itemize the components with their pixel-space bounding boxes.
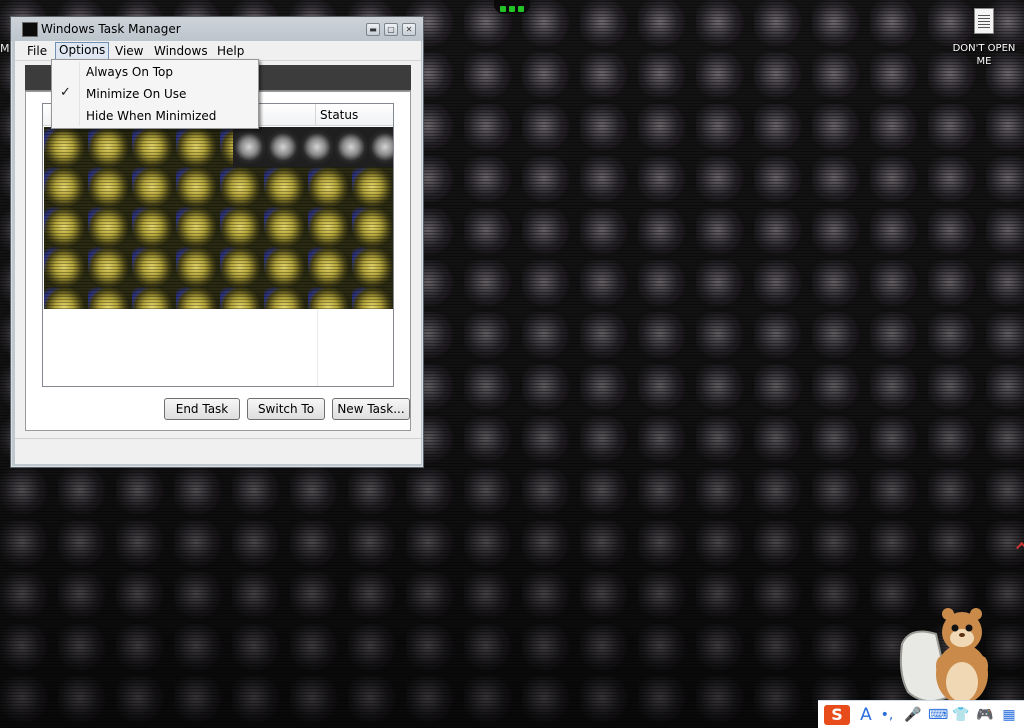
end-task-button[interactable]: End Task: [164, 398, 240, 420]
keyboard-icon[interactable]: ⌨: [928, 705, 948, 725]
system-tray: S A •, 🎤 ⌨ 👕 🎮 ▦: [818, 700, 1024, 728]
task-list[interactable]: Status: [42, 103, 394, 387]
top-notch: [494, 0, 530, 14]
document-icon: [974, 8, 994, 34]
skin-icon[interactable]: 👕: [952, 705, 970, 725]
maximize-button[interactable]: ▢: [384, 23, 398, 36]
left-edge-text: M: [0, 42, 10, 55]
switch-to-button[interactable]: Switch To: [247, 398, 325, 420]
checkmark-icon: ✓: [60, 85, 71, 100]
hamster-mascot[interactable]: [896, 604, 996, 708]
menu-windows[interactable]: Windows: [150, 43, 212, 59]
toolbox-icon[interactable]: ▦: [1000, 705, 1018, 725]
options-dropdown-menu: ✓ Always On Top Minimize On Use Hide Whe…: [51, 59, 259, 129]
menu-help[interactable]: Help: [213, 43, 248, 59]
mouse-cursor: [1016, 542, 1024, 552]
desktop-icon-label: DON'T OPEN ME: [952, 43, 1016, 67]
punctuation-icon[interactable]: •,: [880, 705, 894, 725]
skull-image-overlay-top: [233, 127, 393, 167]
close-button[interactable]: ✕: [402, 23, 416, 36]
status-bar: [15, 438, 421, 464]
desktop-icon-dont-open-me[interactable]: DON'T OPEN ME: [948, 8, 1020, 68]
menu-item-always-on-top[interactable]: Always On Top: [86, 62, 173, 82]
game-icon[interactable]: 🎮: [974, 705, 996, 725]
menu-options[interactable]: Options: [55, 42, 110, 60]
menu-view[interactable]: View: [111, 43, 147, 59]
menu-bar: File Options View Windows Help: [15, 41, 421, 61]
column-header-status[interactable]: Status: [320, 108, 358, 122]
menu-item-minimize-on-use[interactable]: Minimize On Use: [86, 84, 186, 104]
applications-tab-page: Status End Task Switch To New Task...: [25, 91, 411, 431]
font-mode-icon[interactable]: A: [858, 705, 874, 725]
window-title: Windows Task Manager: [41, 22, 181, 36]
minimize-button[interactable]: ▬: [366, 23, 380, 36]
sogou-ime-icon[interactable]: S: [824, 705, 850, 725]
menu-item-hide-when-minimized[interactable]: Hide When Minimized: [86, 106, 216, 126]
menu-file[interactable]: File: [23, 43, 51, 59]
task-manager-icon: [22, 22, 38, 37]
microphone-icon[interactable]: 🎤: [904, 705, 921, 725]
column-divider: [317, 309, 318, 386]
title-bar[interactable]: Windows Task Manager ▬ ▢ ✕: [11, 17, 423, 41]
new-task-button[interactable]: New Task...: [332, 398, 410, 420]
